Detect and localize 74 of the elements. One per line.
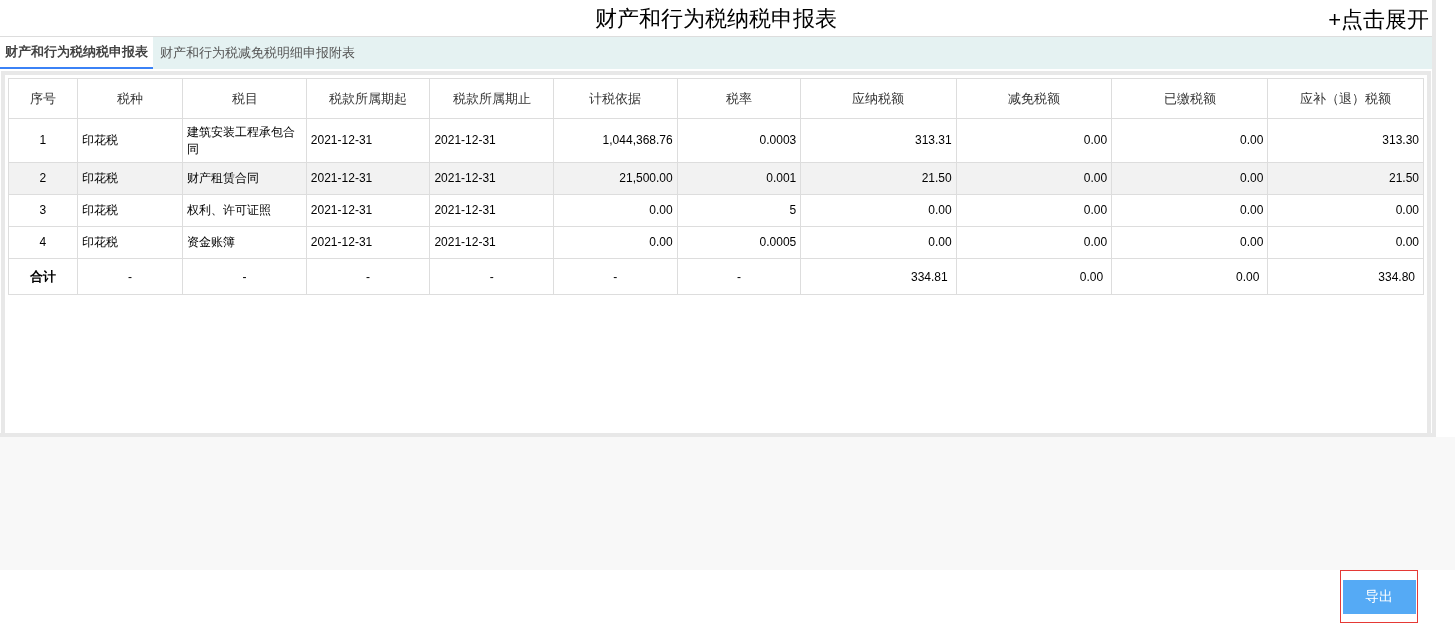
table-cell: 2021-12-31 [429,194,554,227]
table-cell: 2021-12-31 [306,118,430,163]
table-cell: 0.00 [956,118,1112,163]
table-cell: 0.00 [956,194,1112,227]
tab[interactable]: 财产和行为税减免税明细申报附表 [153,37,362,69]
total-cell: 合计 [8,258,78,295]
total-cell: 334.80 [1267,258,1424,295]
table-cell: 建筑安装工程承包合同 [182,118,307,163]
table-row[interactable]: 4 印花税 资金账簿 2021-12-31 2021-12-31 0.00 0.0005 0.00 0.00 0.00 0.00 [8,226,1424,259]
total-cell: - [429,258,554,295]
table-cell: 0.00 [1267,226,1424,259]
column-header: 税种 [77,78,183,119]
total-cell: - [306,258,430,295]
table-cell: 0.001 [677,162,801,195]
table-cell: 3 [8,194,78,227]
total-cell: - [182,258,307,295]
table-cell: 2021-12-31 [306,162,430,195]
table-cell: 2021-12-31 [306,194,430,227]
table-cell: 0.00 [1111,162,1268,195]
total-cell: - [553,258,678,295]
total-cell: - [677,258,801,295]
table-cell: 印花税 [77,118,183,163]
table-cell: 1,044,368.76 [553,118,678,163]
table-cell: 0.0005 [677,226,801,259]
column-header: 已缴税额 [1111,78,1268,119]
table-cell: 印花税 [77,162,183,195]
table-cell: 2 [8,162,78,195]
table-cell: 0.00 [800,194,957,227]
expand-link[interactable]: +点击展开 [1328,3,1429,36]
table-cell: 2021-12-31 [429,118,554,163]
column-header: 应补（退）税额 [1267,78,1424,119]
table-cell: 2021-12-31 [306,226,430,259]
total-cell: 0.00 [1111,258,1268,295]
column-header: 税目 [182,78,307,119]
table-row[interactable]: 3 印花税 权利、许可证照 2021-12-31 2021-12-31 0.00 5 0.00 0.00 0.00 0.00 [8,194,1424,227]
column-header: 税款所属期起 [306,78,430,119]
table-cell: 0.0003 [677,118,801,163]
column-header: 计税依据 [553,78,678,119]
table-cell: 21.50 [1267,162,1424,195]
column-header: 税率 [677,78,801,119]
page-title: 财产和行为税纳税申报表 [595,4,837,33]
table-cell: 0.00 [956,226,1112,259]
table-cell: 0.00 [553,226,678,259]
table-cell: 2021-12-31 [429,226,554,259]
column-header: 税款所属期止 [429,78,554,119]
total-cell: - [77,258,183,295]
total-cell: 0.00 [956,258,1112,295]
column-header: 应纳税额 [800,78,957,119]
tab[interactable]: 财产和行为税纳税申报表 [0,37,153,69]
table-row[interactable]: 1 印花税 建筑安装工程承包合同 2021-12-31 2021-12-31 1,044,368.76 0.0003 313.31 0.00 0.00 313.30 [8,118,1424,163]
table-cell: 0.00 [800,226,957,259]
table-cell: 0.00 [1111,118,1268,163]
table-cell: 2021-12-31 [429,162,554,195]
table-cell: 资金账簿 [182,226,307,259]
column-header: 减免税额 [956,78,1112,119]
table-cell: 财产租赁合同 [182,162,307,195]
table-row[interactable]: 2 印花税 财产租赁合同 2021-12-31 2021-12-31 21,500.00 0.001 21.50 0.00 0.00 21.50 [8,162,1424,195]
table-cell: 21.50 [800,162,957,195]
table-cell: 4 [8,226,78,259]
table-cell: 0.00 [1111,194,1268,227]
table-cell: 0.00 [956,162,1112,195]
table-cell: 5 [677,194,801,227]
table-cell: 0.00 [1267,194,1424,227]
table-cell: 权利、许可证照 [182,194,307,227]
table-cell: 0.00 [553,194,678,227]
table-cell: 印花税 [77,226,183,259]
table-cell: 313.30 [1267,118,1424,163]
column-header: 序号 [8,78,78,119]
table-cell: 印花税 [77,194,183,227]
table-cell: 313.31 [800,118,957,163]
total-cell: 334.81 [800,258,957,295]
table-cell: 21,500.00 [553,162,678,195]
table-cell: 1 [8,118,78,163]
table-cell: 0.00 [1111,226,1268,259]
